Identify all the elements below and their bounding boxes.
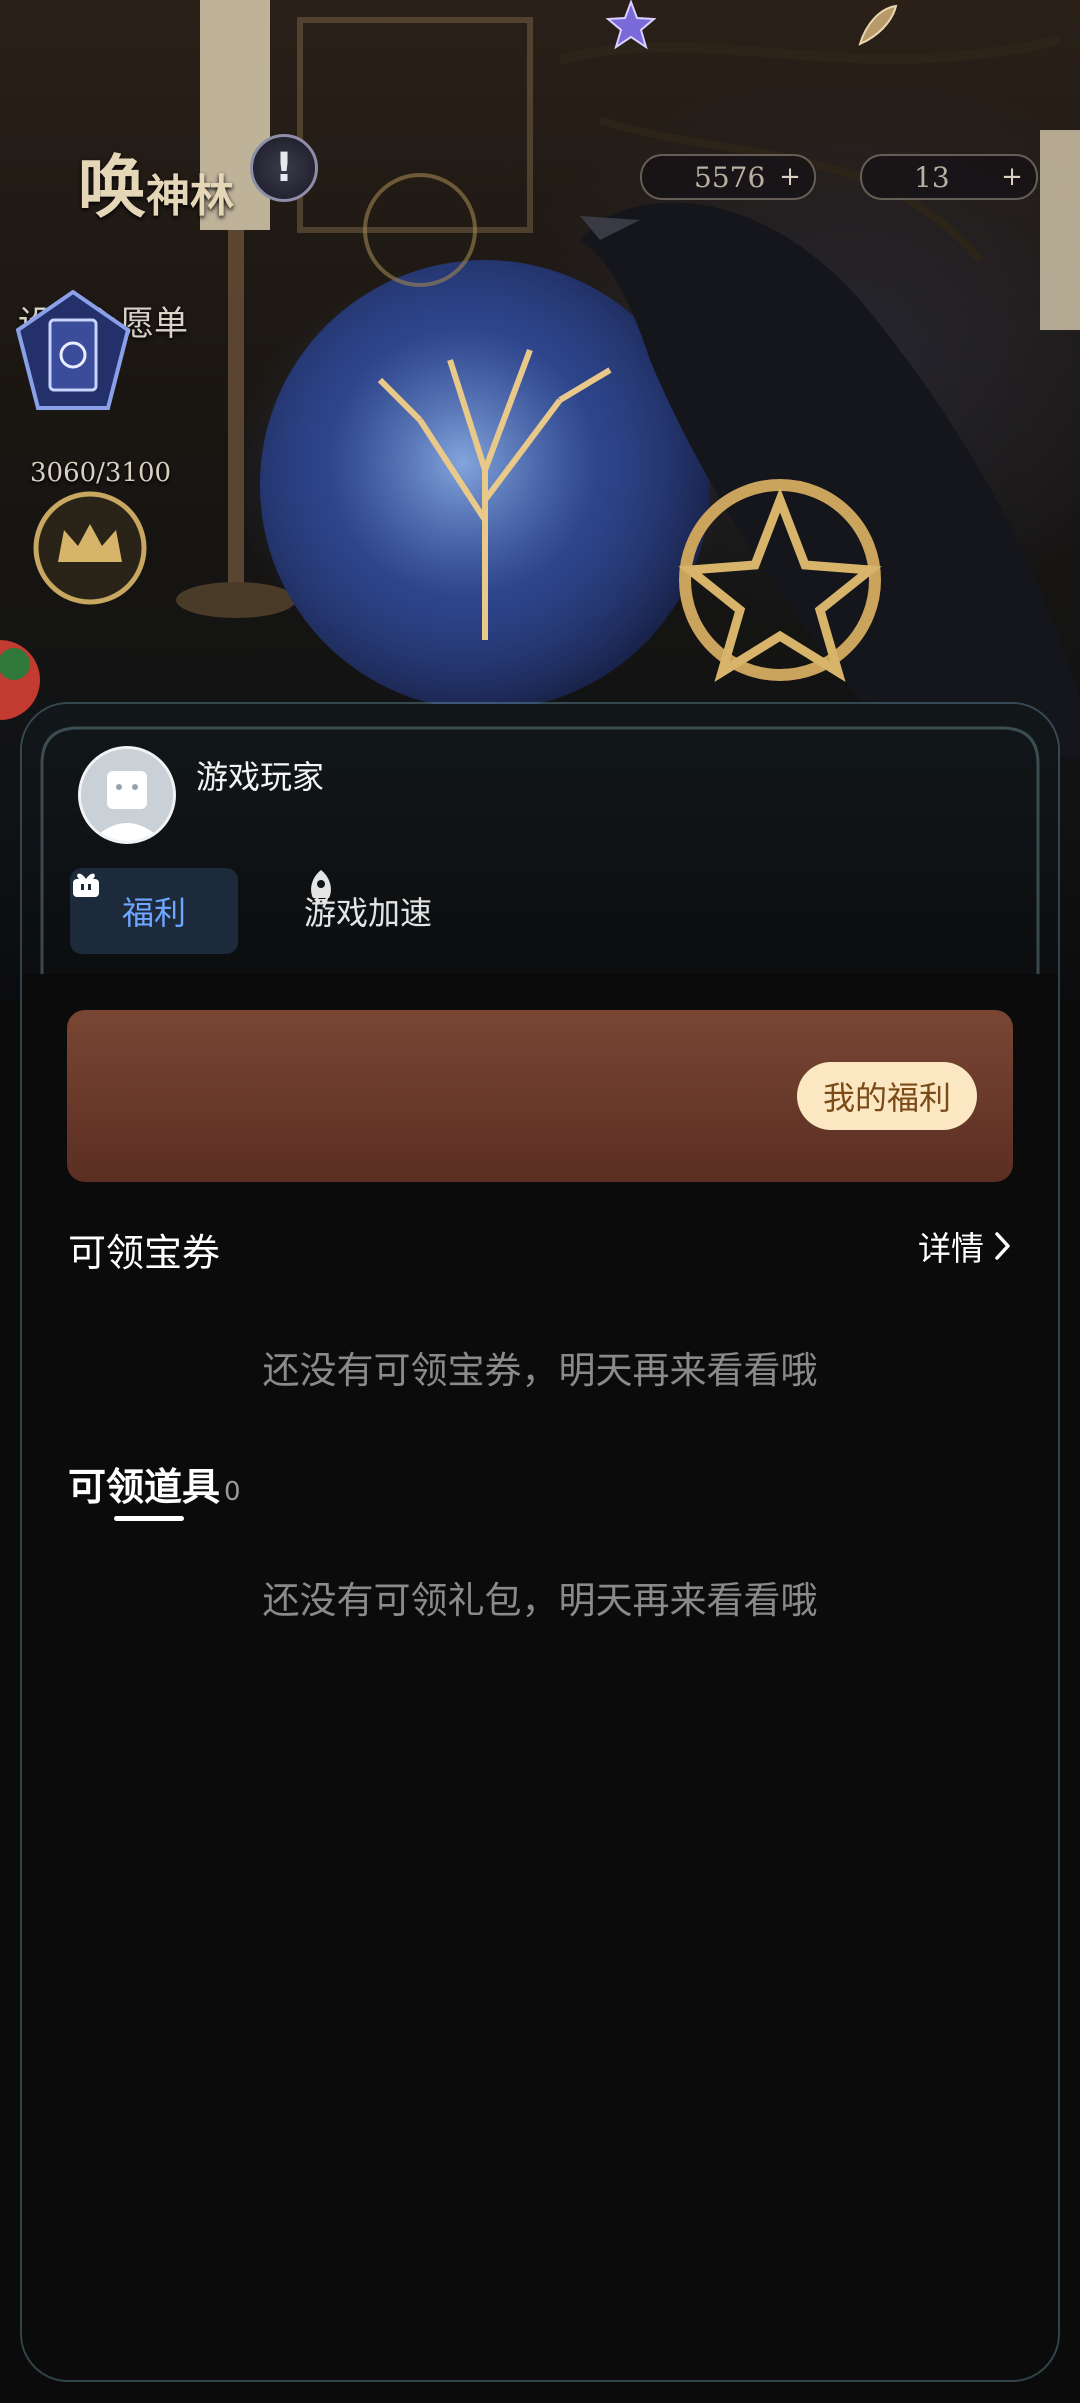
details-label: 详情 bbox=[918, 1229, 984, 1268]
crown-medal-icon bbox=[33, 491, 147, 605]
props-count: 0 bbox=[224, 1477, 241, 1507]
warning-symbol: ! bbox=[274, 145, 294, 191]
my-welfare-label: 我的福利 bbox=[822, 1079, 951, 1117]
game-logo: 唤神林 bbox=[78, 132, 234, 231]
logo-main-char: 唤 bbox=[78, 148, 147, 228]
my-welfare-button[interactable]: 我的福利 bbox=[796, 1062, 977, 1130]
tarot-card-icon bbox=[15, 290, 131, 410]
currency-feather-value: 13 bbox=[914, 160, 950, 194]
gift-icon bbox=[73, 873, 99, 897]
vouchers-details-link[interactable]: 详情 bbox=[918, 1222, 1012, 1270]
add-feather-button[interactable]: + bbox=[994, 162, 1030, 192]
screen: 唤神林 ! 5576 + 13 + 设置心愿单 bbox=[0, 0, 1080, 2403]
props-empty-message: 还没有可领礼包，明天再来看看哦 bbox=[262, 1579, 818, 1622]
tab-game-boost[interactable]: 游戏加速 bbox=[304, 868, 432, 954]
chevron-right-icon bbox=[995, 1232, 1010, 1260]
avatar[interactable] bbox=[78, 746, 176, 844]
currency-feather: 13 + bbox=[860, 154, 1038, 200]
avatar-placeholder-icon bbox=[81, 749, 173, 841]
rocket-icon bbox=[311, 870, 331, 905]
currency-crystal: 5576 + bbox=[640, 154, 816, 200]
wishlist-button[interactable]: 设置心愿单 bbox=[8, 290, 198, 410]
progress-text: 3060/3100 bbox=[30, 458, 172, 488]
tab-welfare[interactable]: 福利 bbox=[70, 868, 238, 954]
welfare-banner: 我的福利 bbox=[67, 1010, 1013, 1182]
currency-crystal-value: 5576 bbox=[694, 160, 766, 194]
welfare-sheet: 游戏玩家 福利 游戏加速 我的福利 可领宝券 详情 还没有可领宝券，明天再来看看… bbox=[22, 704, 1058, 2380]
star-crystal-icon bbox=[606, 0, 656, 50]
tab-welfare-label: 福利 bbox=[121, 894, 186, 932]
warning-icon[interactable]: ! bbox=[250, 134, 318, 202]
sheet-header: 游戏玩家 福利 游戏加速 bbox=[22, 704, 1058, 974]
feather-icon bbox=[858, 4, 898, 46]
logo-sub-chars: 神林 bbox=[146, 171, 235, 222]
props-tab-indicator bbox=[114, 1516, 184, 1521]
add-crystal-button[interactable]: + bbox=[772, 162, 808, 192]
vouchers-empty-message: 还没有可领宝券，明天再来看看哦 bbox=[262, 1349, 818, 1392]
props-title[interactable]: 可领道具 0 bbox=[68, 1456, 241, 1511]
props-title-label: 可领道具 bbox=[68, 1465, 221, 1509]
vouchers-title: 可领宝券 bbox=[68, 1231, 221, 1275]
username: 游戏玩家 bbox=[196, 758, 325, 796]
